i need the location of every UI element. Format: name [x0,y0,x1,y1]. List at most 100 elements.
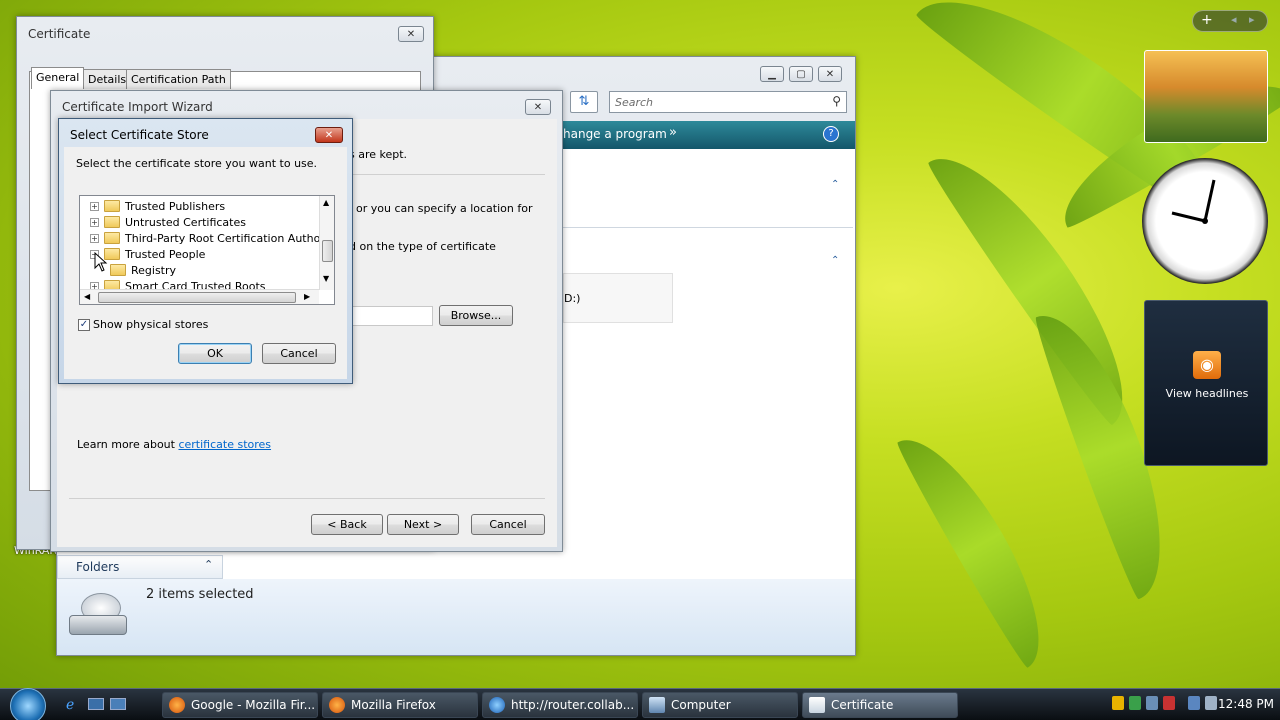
add-gadget-button[interactable]: + [1201,12,1213,28]
expander-icon[interactable]: + [90,217,99,227]
clock-face [1171,179,1216,224]
instruction-text: Select the certificate store you want to… [76,157,318,170]
certificate-icon [809,697,825,713]
tray-app-icon[interactable] [1146,696,1158,710]
tree-item[interactable]: + Trusted Publishers [90,198,225,214]
drive-label: D:) [564,292,581,305]
wizard-title: Certificate Import Wizard [62,100,213,114]
expander-icon[interactable]: + [90,201,99,211]
taskbar-label: Mozilla Firefox [351,698,436,712]
details-pane: 2 items selected [57,579,855,655]
clock-gadget[interactable] [1142,158,1268,284]
folder-icon [110,264,126,276]
folder-icon [104,200,120,212]
close-button[interactable]: ✕ [818,66,842,82]
scroll-left-icon[interactable]: ◀ [84,292,90,301]
computer-icon [649,697,665,713]
folders-toggle[interactable]: Folders ⌃ [57,555,223,579]
security-shield-icon[interactable] [1112,696,1124,710]
system-tray [1112,696,1217,710]
close-button[interactable]: ✕ [315,127,343,143]
tray-app-icon[interactable] [1129,696,1141,710]
show-physical-stores[interactable]: ✓ Show physical stores [78,318,208,331]
tree-item-label: Untrusted Certificates [125,215,246,229]
maximize-button[interactable]: ▢ [789,66,813,82]
expander-icon[interactable]: + [90,233,99,243]
scroll-right-icon[interactable]: ▶ [304,292,310,301]
dialog-title: Select Certificate Store [70,128,209,142]
taskbar-item-mozilla-firefox[interactable]: Mozilla Firefox [322,692,478,718]
start-button[interactable] [10,688,46,720]
tab-details[interactable]: Details [83,69,132,89]
taskbar-item-router[interactable]: http://router.collab... [482,692,638,718]
store-tree[interactable]: + Trusted Publishers + Untrusted Certificat… [79,195,335,305]
minimize-button[interactable]: ▁ [760,66,784,82]
details-text: 2 items selected [146,587,254,602]
horizontal-scrollbar[interactable]: ◀ ▶ [80,289,319,304]
scroll-thumb[interactable] [322,240,333,262]
view-headlines-link[interactable]: View headlines [1145,387,1269,400]
scroll-down-icon[interactable]: ▼ [323,274,329,283]
drive-item[interactable]: D:) [563,273,673,323]
tray-app-icon[interactable] [1163,696,1175,710]
show-desktop-icon[interactable] [88,698,104,710]
scroll-thumb[interactable] [98,292,296,303]
show-physical-checkbox[interactable]: ✓ [78,318,90,331]
taskbar-label: Google - Mozilla Fir... [191,698,316,712]
select-store-dialog: Select Certificate Store ✕ Select the ce… [58,118,353,384]
ie-icon [489,697,505,713]
tree-item[interactable]: Registry [110,262,176,278]
tree-item[interactable]: + Untrusted Certificates [90,214,246,230]
firefox-icon [169,697,185,713]
tree-item-label: Third-Party Root Certification Authoriti… [125,231,335,245]
switch-windows-icon[interactable] [110,698,126,710]
close-button[interactable]: ✕ [525,99,551,115]
feed-headlines-gadget: ◉ View headlines [1144,300,1268,466]
next-icon[interactable]: ▸ [1249,13,1255,26]
show-physical-label: Show physical stores [93,318,209,331]
previous-icon[interactable]: ◂ [1231,13,1237,26]
browse-button[interactable]: Browse... [439,305,513,326]
learn-more-text: Learn more about [77,438,179,451]
help-icon[interactable]: ? [823,126,839,142]
taskbar-item-certificate[interactable]: Certificate [802,692,958,718]
cancel-button[interactable]: Cancel [471,514,545,535]
change-program-button[interactable]: hange a program [563,127,667,141]
collapse-icon[interactable]: ⌃ [831,179,839,190]
taskbar-item-computer[interactable]: Computer [642,692,798,718]
collapse-icon[interactable]: ⌃ [831,255,839,266]
sidebar-controls: + ◂ ▸ [1192,10,1268,32]
firefox-icon [329,697,345,713]
next-button[interactable]: Next > [387,514,459,535]
search-placeholder: Search [615,96,654,109]
tree-item-label: Trusted Publishers [125,199,226,213]
search-icon[interactable]: ⚲ [832,94,841,108]
scroll-up-icon[interactable]: ▲ [323,198,329,207]
clock[interactable]: 12:48 PM [1218,697,1274,711]
more-commands-icon[interactable]: » [669,125,677,140]
close-button[interactable]: ✕ [398,26,424,42]
back-button[interactable]: < Back [311,514,383,535]
ok-button[interactable]: OK [178,343,252,364]
tab-certification-path[interactable]: Certification Path [126,69,231,89]
network-icon[interactable] [1188,696,1200,710]
taskbar-label: Certificate [831,698,894,712]
slideshow-gadget[interactable] [1144,50,1268,143]
refresh-icon[interactable]: ⇅ [570,91,598,113]
chevron-up-icon: ⌃ [204,558,214,571]
volume-icon[interactable] [1205,696,1217,710]
tree-item[interactable]: + Third-Party Root Certification Authorit… [90,230,335,246]
cancel-button[interactable]: Cancel [262,343,336,364]
taskbar-label: http://router.collab... [511,698,635,712]
vertical-scrollbar[interactable]: ▲ ▼ [319,196,334,290]
folder-icon [104,216,120,228]
folders-label: Folders [76,560,120,574]
taskbar-item-google-firefox[interactable]: Google - Mozilla Fir... [162,692,318,718]
tree-item-label: Trusted People [125,247,206,261]
ie-quicklaunch-icon[interactable]: ℯ [66,697,74,713]
certificate-stores-link[interactable]: certificate stores [178,438,271,451]
tab-general[interactable]: General [31,67,85,89]
mouse-cursor-icon [94,252,108,272]
search-input[interactable]: Search ⚲ [609,91,847,113]
rss-icon: ◉ [1193,351,1221,379]
